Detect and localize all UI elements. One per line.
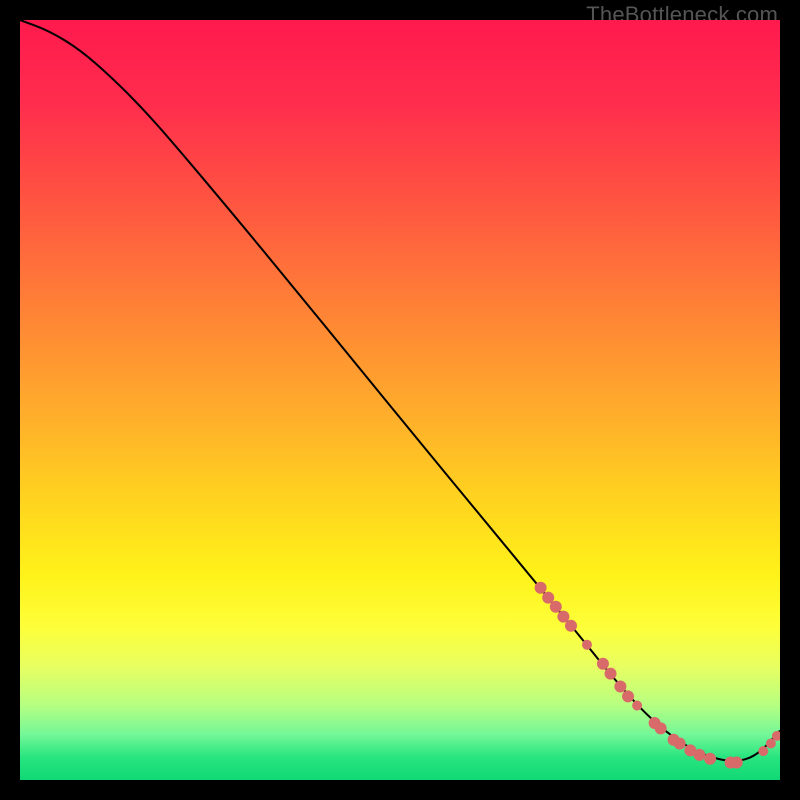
highlight-dot: [674, 738, 686, 750]
highlight-dot: [550, 601, 562, 613]
highlight-dot: [655, 722, 667, 734]
highlight-dot: [597, 658, 609, 670]
highlight-dot: [535, 582, 547, 594]
plot-area: [20, 20, 780, 780]
bottleneck-curve: [20, 20, 780, 761]
highlight-dot: [758, 746, 768, 756]
highlight-dot: [622, 690, 634, 702]
highlight-dot: [614, 681, 626, 693]
highlight-dot: [693, 749, 705, 761]
chart-svg: [20, 20, 780, 780]
highlight-dot: [704, 753, 716, 765]
highlight-dot: [731, 757, 743, 769]
highlight-dot: [582, 640, 592, 650]
highlight-dot: [605, 668, 617, 680]
chart-frame: TheBottleneck.com: [0, 0, 800, 800]
highlight-dot: [632, 701, 642, 711]
highlight-dot: [565, 620, 577, 632]
